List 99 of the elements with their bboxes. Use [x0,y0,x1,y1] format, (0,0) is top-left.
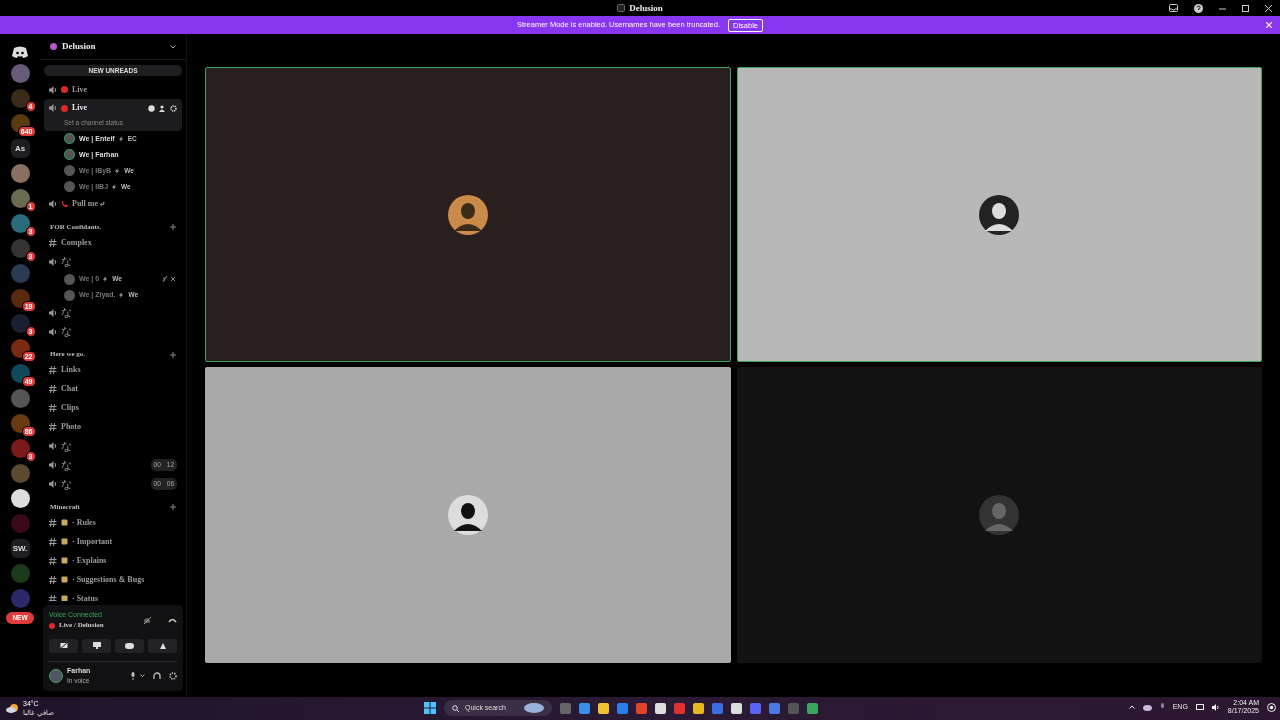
disconnect-icon[interactable] [168,617,177,623]
hash-icon [49,537,57,546]
server-icon[interactable] [10,489,30,508]
soundboard-icon [158,641,167,650]
microphone-icon[interactable] [1159,703,1165,711]
speaker-icon [49,85,57,94]
settings-icon[interactable] [170,104,177,112]
plus-icon[interactable] [170,224,176,230]
bolt-icon [118,135,124,142]
plus-icon[interactable] [170,504,176,510]
screen-share-button[interactable] [82,638,111,653]
channel-item[interactable]: Complex [44,233,182,253]
channel-item[interactable]: な [44,322,182,342]
channel-item[interactable]: · Status [44,589,182,601]
server-icon[interactable] [10,364,30,383]
speaker-icon [49,461,57,470]
microphone-icon[interactable] [130,671,136,680]
channel-item[interactable]: Photo [44,417,182,437]
server-icon[interactable] [10,339,30,358]
hash-icon [49,238,57,247]
speaker-icon [49,308,57,317]
chevron-up-icon[interactable] [1128,705,1135,709]
hash-icon [49,423,57,432]
notification-icon[interactable] [1267,702,1276,712]
speaker-icon [49,327,57,336]
headphones-icon[interactable] [153,671,161,680]
app-icon[interactable] [807,702,818,714]
volume-icon[interactable] [1211,703,1220,711]
server-icon[interactable] [10,289,30,308]
channel-item[interactable]: Chat [44,379,182,399]
network-icon[interactable] [1195,703,1204,711]
hash-icon [49,404,57,413]
camera-off-icon [59,642,68,650]
inbox-icon[interactable] [1169,4,1178,12]
activity-button[interactable] [115,638,144,653]
server-icon[interactable]: SW. [10,539,30,558]
channel-item[interactable]: な [44,303,182,323]
search-icon [452,704,459,712]
server-name[interactable]: Delusion [62,39,96,54]
channel-item[interactable]: · Important [44,532,182,552]
speaker-icon [49,257,57,266]
hash-icon [49,366,57,375]
app-icon [617,4,626,12]
app-icon[interactable] [693,702,704,714]
plus-icon[interactable] [170,351,176,358]
video-tile[interactable] [205,67,731,362]
speaker-icon [49,104,57,112]
video-tile[interactable] [205,367,731,663]
channel-item[interactable]: · Rules [44,513,182,533]
bolt-icon [115,167,121,174]
channel-item[interactable]: Live [44,80,182,99]
chevron-icon[interactable] [140,673,145,678]
server-icon[interactable]: As [10,139,30,158]
video-tile[interactable] [736,67,1262,362]
server-icon [50,43,57,50]
bolt-icon [112,183,118,190]
cloud-icon[interactable] [1142,703,1152,711]
hash-icon [49,575,57,584]
help-icon[interactable] [1194,3,1203,13]
app-icon[interactable] [579,702,590,714]
app-icon[interactable] [655,702,666,714]
chevron-icon[interactable] [170,44,176,49]
channel-item[interactable]: Clips [44,398,182,418]
window-title: Delusion [629,2,663,15]
discord-home-icon[interactable] [12,46,28,58]
hash-icon [49,385,57,394]
settings-icon[interactable] [169,671,177,680]
channel-item[interactable]: な [44,252,182,272]
live-icon [49,622,55,629]
channel-item[interactable]: Links [44,360,182,380]
cloud-icon [524,703,544,713]
soundboard-button[interactable] [148,638,177,653]
hash-icon [49,518,57,527]
channel-item[interactable]: · Suggestions & Bugs [44,570,182,590]
maximize-icon[interactable] [1242,4,1249,12]
speaker-icon [49,480,57,489]
noise-suppression-icon[interactable] [143,615,152,625]
bolt-icon [119,292,125,299]
gamepad-icon [125,642,134,649]
speaker-icon [49,442,57,451]
app-icon[interactable] [731,702,742,714]
hash-icon [49,556,57,565]
screen-share-icon [92,642,101,650]
close-icon[interactable] [1265,4,1272,12]
add-person-icon[interactable] [159,104,166,112]
video-tile[interactable] [736,367,1262,663]
weather-icon[interactable] [6,703,19,714]
start-icon[interactable] [424,702,436,714]
bolt-icon [103,276,109,283]
speaker-icon [49,200,57,209]
chat-icon[interactable] [148,104,155,112]
hash-icon [49,594,57,601]
channel-item[interactable]: な [44,436,182,456]
app-icon[interactable] [598,702,609,714]
user-avatar[interactable] [49,668,63,683]
camera-off-button[interactable] [49,638,78,653]
channel-item[interactable]: · Explains [44,551,182,571]
server-icon[interactable] [10,414,30,433]
channel-item[interactable]: Pull me ⤶ [44,194,182,214]
